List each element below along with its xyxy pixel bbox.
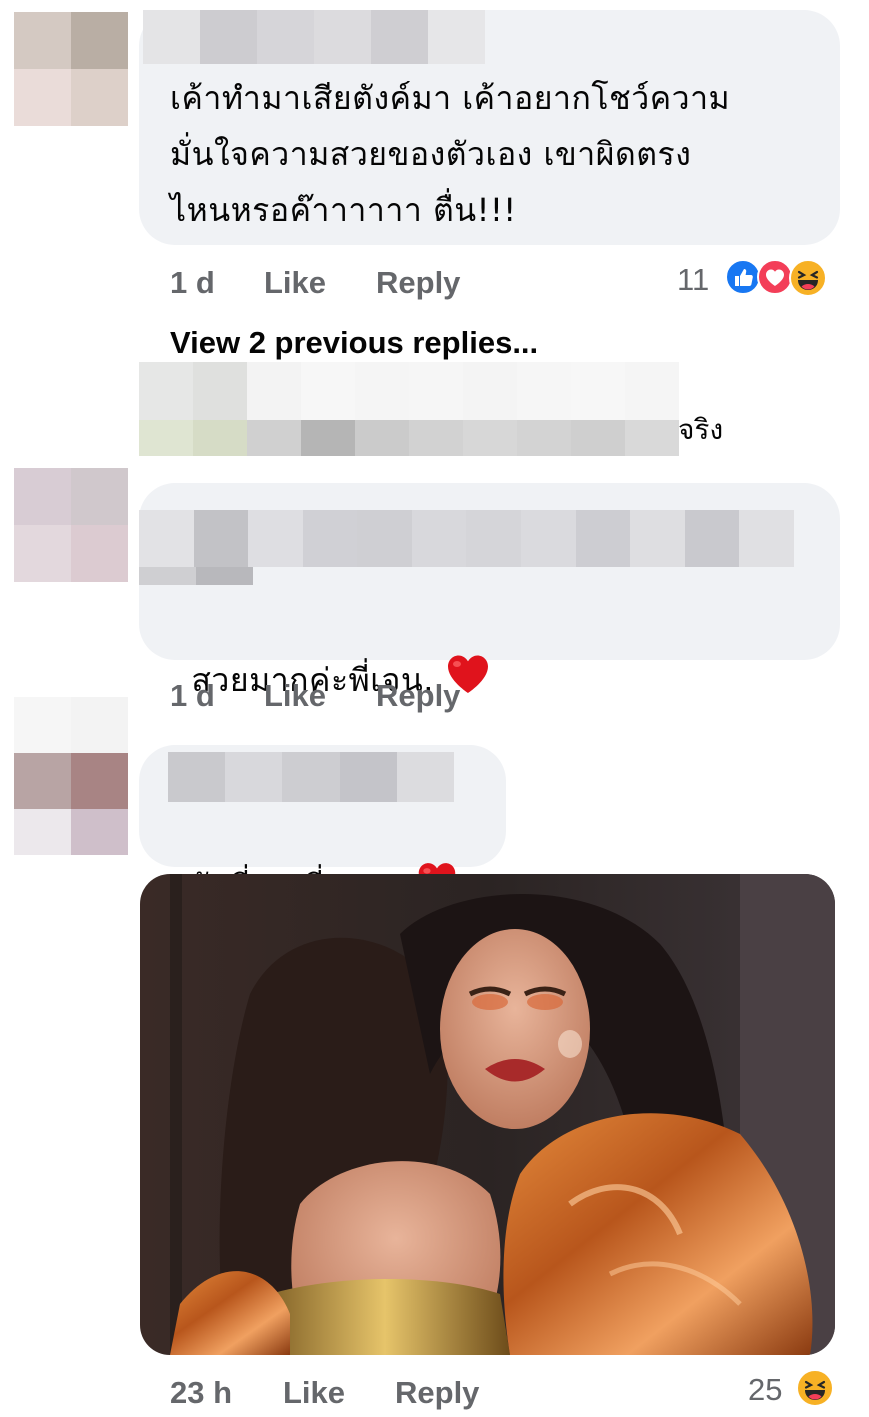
haha-icon [795, 1368, 835, 1408]
blurred-quoted-text[interactable] [139, 567, 253, 585]
photo-two-women-hugging [140, 874, 835, 1355]
reply-button[interactable]: Reply [376, 678, 460, 714]
reaction-summary[interactable] [795, 1368, 835, 1408]
reaction-count[interactable]: 11 [677, 262, 709, 298]
reply-button[interactable]: Reply [376, 265, 460, 301]
avatar[interactable] [14, 12, 128, 126]
blurred-author-name[interactable] [168, 752, 454, 802]
like-button[interactable]: Like [264, 678, 326, 714]
reaction-summary[interactable] [724, 258, 828, 298]
reply-preview-text: จริง [678, 413, 724, 446]
like-button[interactable]: Like [264, 265, 326, 301]
avatar[interactable] [14, 697, 128, 855]
blurred-quoted-text[interactable] [139, 510, 794, 567]
blurred-author-name[interactable] [143, 10, 485, 64]
like-button[interactable]: Like [283, 1375, 345, 1411]
avatar[interactable] [14, 468, 128, 582]
comment-text-line: เค้าทำมาเสียตังค์มา เค้าอยากโชว์ความ [170, 79, 731, 117]
view-previous-replies-link[interactable]: View 2 previous replies... [170, 325, 538, 361]
comment-text-line: มั่นใจความสวยของตัวเอง เขาผิดตรง [170, 135, 692, 173]
comment-text-line: ไหนหรอค๊าาาาาา ตื่น!!! [170, 191, 517, 229]
haha-icon [788, 258, 828, 298]
reply-button[interactable]: Reply [395, 1375, 479, 1411]
comment-timestamp[interactable]: 1 d [170, 678, 215, 714]
comment-photo-attachment[interactable] [140, 874, 835, 1355]
reaction-count[interactable]: 25 [748, 1372, 782, 1408]
blurred-reply-preview[interactable] [139, 362, 679, 420]
comment-timestamp[interactable]: 23 h [170, 1375, 232, 1411]
comment-timestamp[interactable]: 1 d [170, 265, 215, 301]
blurred-reply-preview[interactable] [139, 420, 679, 456]
